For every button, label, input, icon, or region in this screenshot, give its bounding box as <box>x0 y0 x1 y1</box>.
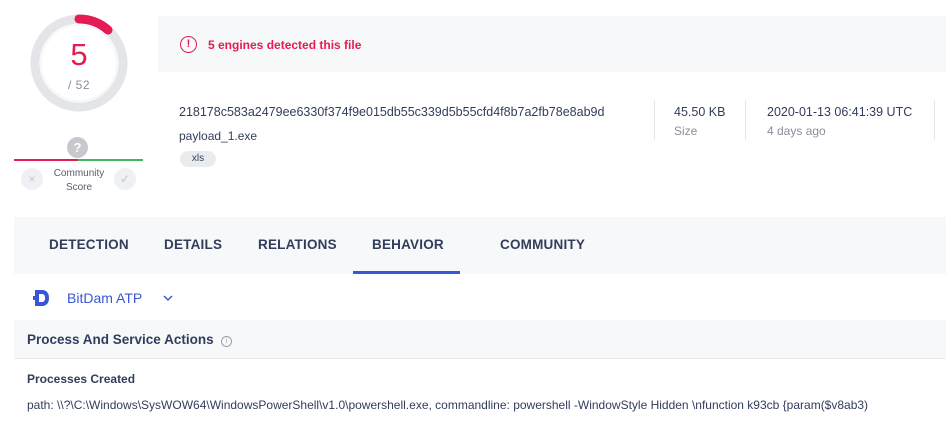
detection-banner: ! 5 engines detected this file <box>158 16 946 72</box>
community-score-help-icon[interactable]: ? <box>67 137 88 158</box>
file-hash[interactable]: 218178c583a2479ee6330f374f9e015db55c339d… <box>179 105 604 119</box>
processes-created-heading: Processes Created <box>27 372 136 386</box>
tab-bar: DETECTION DETAILS RELATIONS BEHAVIOR COM… <box>14 217 946 274</box>
detection-count: 5 <box>70 37 88 72</box>
analysis-date: 2020-01-13 06:41:39 UTC <box>767 105 913 119</box>
engine-total: / 52 <box>67 78 90 92</box>
community-score-label: Community Score <box>48 167 110 195</box>
community-score-positive-bar <box>78 159 143 161</box>
community-label-line1: Community <box>53 168 105 179</box>
file-size-value: 45.50 KB <box>674 105 726 119</box>
info-divider <box>934 100 935 140</box>
tab-behavior[interactable]: BEHAVIOR <box>372 237 444 252</box>
vote-harmless-button[interactable]: ✓ <box>114 168 136 190</box>
analysis-date-relative: 4 days ago <box>767 124 826 138</box>
alert-circle-icon: ! <box>180 36 197 53</box>
detection-score-gauge: 5 / 52 <box>30 14 128 112</box>
bitdam-logo-icon <box>33 290 49 306</box>
active-tab-indicator <box>353 271 460 274</box>
sandbox-selector[interactable]: BitDam ATP <box>67 290 142 306</box>
file-size-label: Size <box>674 124 698 138</box>
tab-community[interactable]: COMMUNITY <box>500 237 585 252</box>
tab-relations[interactable]: RELATIONS <box>258 237 337 252</box>
community-score-negative-bar <box>14 159 78 161</box>
community-label-line2: Score <box>65 182 93 193</box>
detection-banner-text: 5 engines detected this file <box>208 38 362 52</box>
info-divider <box>745 100 746 140</box>
file-name: payload_1.exe <box>179 129 258 143</box>
info-divider <box>654 100 655 140</box>
section-divider <box>14 358 946 359</box>
process-path-entry: path: \\?\C:\Windows\SysWOW64\WindowsPow… <box>27 398 869 412</box>
info-icon[interactable]: i <box>221 336 232 347</box>
section-title: Process And Service Actions <box>27 332 214 347</box>
tab-details[interactable]: DETAILS <box>164 237 222 252</box>
vote-harmful-button[interactable]: × <box>21 168 43 190</box>
tab-detection[interactable]: DETECTION <box>49 237 129 252</box>
file-tag[interactable]: xls <box>180 151 216 167</box>
chevron-down-icon[interactable] <box>162 292 174 304</box>
